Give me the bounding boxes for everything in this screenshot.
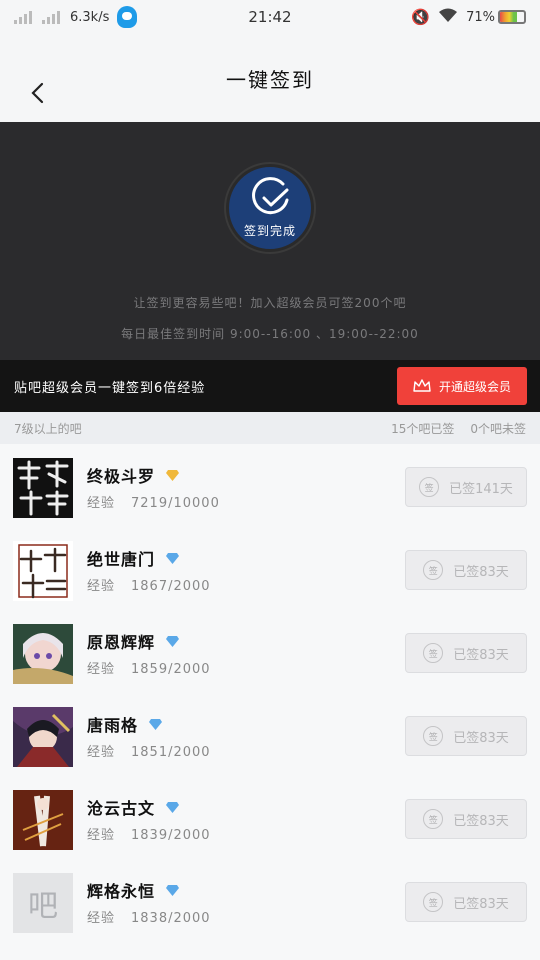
signed-button[interactable]: 签已签83天 bbox=[405, 799, 527, 839]
forum-name: 绝世唐门 bbox=[87, 546, 180, 570]
sign-status-panel: 签到完成 让签到更容易些吧！加入超级会员可签200个吧 每日最佳签到时间 9:0… bbox=[0, 122, 540, 360]
forum-exp: 经验 1867/2000 bbox=[87, 579, 211, 594]
signed-button[interactable]: 签已签141天 bbox=[405, 467, 527, 507]
signed-count: 15个吧已签 bbox=[391, 421, 455, 436]
forum-exp: 经验 1859/2000 bbox=[87, 662, 211, 677]
forum-avatar bbox=[13, 707, 73, 767]
list-item[interactable]: 原恩辉辉 经验 1859/2000 签已签83天 bbox=[0, 610, 540, 693]
forum-exp: 经验 7219/10000 bbox=[87, 496, 220, 511]
blue-level-icon bbox=[165, 884, 180, 897]
forum-name: 原恩辉辉 bbox=[87, 629, 180, 653]
page-title: 一键签到 bbox=[226, 67, 314, 92]
open-vip-label: 开通超级会员 bbox=[438, 379, 511, 394]
sign-stamp-icon: 签 bbox=[419, 477, 440, 497]
signal-strength-icon bbox=[14, 10, 32, 24]
forum-list[interactable]: 终极斗罗 经验 7219/10000 签已签141天 绝世唐门 经验 1867/20… bbox=[0, 444, 540, 960]
list-header: 7级以上的吧 15个吧已签 0个吧未签 bbox=[0, 412, 540, 444]
promo-text: 贴吧超级会员一键签到6倍经验 bbox=[14, 380, 206, 396]
list-item[interactable]: 吧 辉格永恒 经验 1838/2000 签已签83天 bbox=[0, 859, 540, 942]
forum-avatar bbox=[13, 790, 73, 850]
crown-icon bbox=[413, 379, 431, 393]
check-circle-icon bbox=[252, 176, 289, 214]
vip-hint-text: 让签到更容易些吧！加入超级会员可签200个吧 bbox=[133, 296, 407, 310]
signal-strength-icon bbox=[42, 10, 60, 24]
forum-name: 沧云古文 bbox=[87, 795, 180, 819]
blue-level-icon bbox=[165, 552, 180, 565]
forum-avatar bbox=[13, 458, 73, 518]
forum-exp: 经验 1839/2000 bbox=[87, 828, 211, 843]
forum-name: 终极斗罗 bbox=[87, 463, 180, 487]
list-item[interactable]: 终极斗罗 经验 7219/10000 签已签141天 bbox=[0, 444, 540, 527]
signed-button[interactable]: 签已签83天 bbox=[405, 550, 527, 590]
forum-avatar bbox=[13, 541, 73, 601]
level-filter-label: 7级以上的吧 bbox=[14, 421, 82, 436]
wifi-icon bbox=[438, 7, 458, 27]
forum-avatar-placeholder: 吧 bbox=[13, 873, 73, 933]
open-vip-button[interactable]: 开通超级会员 bbox=[397, 367, 527, 405]
signed-button[interactable]: 签已签83天 bbox=[405, 882, 527, 922]
vip-promo-bar: 贴吧超级会员一键签到6倍经验 开通超级会员 bbox=[0, 360, 540, 412]
blue-level-icon bbox=[165, 635, 180, 648]
list-item[interactable]: 绝世唐门 经验 1867/2000 签已签83天 bbox=[0, 527, 540, 610]
sign-stamp-icon: 签 bbox=[423, 809, 444, 829]
nav-bar: 一键签到 bbox=[0, 34, 540, 122]
network-speed: 6.3k/s bbox=[70, 9, 110, 25]
sign-complete-label: 签到完成 bbox=[243, 223, 296, 238]
list-item[interactable]: 沧云古文 经验 1839/2000 签已签83天 bbox=[0, 776, 540, 859]
list-item[interactable]: 唐雨格 经验 1851/2000 签已签83天 bbox=[0, 693, 540, 776]
best-time-text: 每日最佳签到时间 9:00--16:00 、19:00--22:00 bbox=[121, 327, 419, 341]
forum-name: 辉格永恒 bbox=[87, 878, 180, 902]
sign-complete-badge: 签到完成 bbox=[226, 164, 314, 252]
signed-button[interactable]: 签已签83天 bbox=[405, 716, 527, 756]
sign-stamp-icon: 签 bbox=[423, 726, 444, 746]
blue-level-icon bbox=[148, 718, 163, 731]
back-button[interactable] bbox=[22, 78, 52, 108]
signed-button[interactable]: 签已签83天 bbox=[405, 633, 527, 673]
chevron-left-icon bbox=[31, 82, 44, 104]
unsigned-count: 0个吧未签 bbox=[470, 421, 526, 436]
forum-name: 唐雨格 bbox=[87, 712, 163, 736]
qq-icon bbox=[117, 6, 138, 28]
mute-icon: 🔇 bbox=[411, 8, 431, 26]
battery-icon bbox=[498, 10, 526, 24]
sign-stamp-icon: 签 bbox=[423, 560, 444, 580]
sign-stamp-icon: 签 bbox=[423, 892, 444, 912]
forum-exp: 经验 1838/2000 bbox=[87, 911, 211, 926]
forum-exp: 经验 1851/2000 bbox=[87, 745, 211, 760]
battery-indicator: 71% bbox=[466, 10, 526, 25]
blue-level-icon bbox=[165, 801, 180, 814]
sign-stamp-icon: 签 bbox=[423, 643, 444, 663]
status-bar: 6.3k/s 21:42 🔇 71% bbox=[0, 0, 540, 34]
battery-percent: 71% bbox=[466, 9, 495, 25]
forum-avatar bbox=[13, 624, 73, 684]
gold-level-icon bbox=[165, 469, 180, 482]
